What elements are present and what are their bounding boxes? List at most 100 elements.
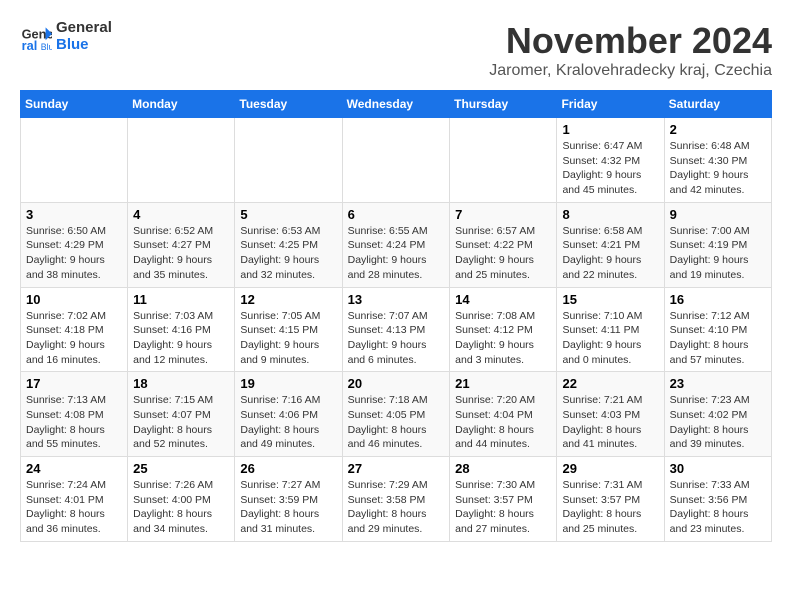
calendar-cell: 13 Sunrise: 7:07 AM Sunset: 4:13 PM Dayli… bbox=[342, 287, 450, 372]
calendar-cell: 28Sunrise: 7:30 AM Sunset: 3:57 PM Dayli… bbox=[450, 457, 557, 542]
day-info: Sunrise: 6:55 AM Sunset: 4:24 PM Dayligh… bbox=[348, 224, 445, 283]
day-info: Sunrise: 6:47 AM Sunset: 4:32 PM Dayligh… bbox=[562, 139, 658, 198]
col-wednesday: Wednesday bbox=[342, 91, 450, 118]
calendar-week-row: 24 Sunrise: 7:24 AM Sunset: 4:01 PM Dayli… bbox=[21, 457, 772, 542]
calendar-week-row: 10 Sunrise: 7:02 AM Sunset: 4:18 PM Dayli… bbox=[21, 287, 772, 372]
day-info: Sunrise: 6:48 AM Sunset: 4:30 PM Dayligh… bbox=[670, 139, 766, 198]
day-number: 20 bbox=[348, 376, 445, 391]
calendar-cell: 7 Sunrise: 6:57 AM Sunset: 4:22 PM Daylig… bbox=[450, 202, 557, 287]
calendar-cell: 24 Sunrise: 7:24 AM Sunset: 4:01 PM Dayli… bbox=[21, 457, 128, 542]
logo-icon: Gene ral Blue bbox=[20, 21, 52, 53]
calendar-week-row: 3 Sunrise: 6:50 AM Sunset: 4:29 PM Daylig… bbox=[21, 202, 772, 287]
day-info: Sunrise: 7:31 AM Sunset: 3:57 PM Dayligh… bbox=[562, 478, 658, 537]
day-number: 29 bbox=[562, 461, 658, 476]
calendar-cell: 23Sunrise: 7:23 AM Sunset: 4:02 PM Dayli… bbox=[664, 372, 771, 457]
calendar-cell bbox=[450, 118, 557, 203]
day-number: 22 bbox=[562, 376, 658, 391]
day-info: Sunrise: 7:20 AM Sunset: 4:04 PM Dayligh… bbox=[455, 393, 551, 452]
day-number: 19 bbox=[240, 376, 336, 391]
day-info: Sunrise: 7:02 AM Sunset: 4:18 PM Dayligh… bbox=[26, 309, 122, 368]
calendar-cell: 21 Sunrise: 7:20 AM Sunset: 4:04 PM Dayli… bbox=[450, 372, 557, 457]
col-tuesday: Tuesday bbox=[235, 91, 342, 118]
calendar-cell bbox=[342, 118, 450, 203]
day-number: 13 bbox=[348, 292, 445, 307]
day-number: 11 bbox=[133, 292, 229, 307]
month-title: November 2024 bbox=[489, 20, 772, 62]
logo-line2: Blue bbox=[56, 36, 89, 53]
day-info: Sunrise: 6:50 AM Sunset: 4:29 PM Dayligh… bbox=[26, 224, 122, 283]
calendar-cell: 19Sunrise: 7:16 AM Sunset: 4:06 PM Dayli… bbox=[235, 372, 342, 457]
day-info: Sunrise: 7:27 AM Sunset: 3:59 PM Dayligh… bbox=[240, 478, 336, 537]
col-thursday: Thursday bbox=[450, 91, 557, 118]
day-info: Sunrise: 6:52 AM Sunset: 4:27 PM Dayligh… bbox=[133, 224, 229, 283]
logo: Gene ral Blue General Blue bbox=[20, 20, 112, 53]
day-number: 7 bbox=[455, 207, 551, 222]
logo-line1: General bbox=[56, 19, 112, 36]
day-number: 27 bbox=[348, 461, 445, 476]
calendar-cell: 6Sunrise: 6:55 AM Sunset: 4:24 PM Daylig… bbox=[342, 202, 450, 287]
calendar-cell: 18Sunrise: 7:15 AM Sunset: 4:07 PM Dayli… bbox=[128, 372, 235, 457]
day-number: 21 bbox=[455, 376, 551, 391]
day-number: 30 bbox=[670, 461, 766, 476]
calendar-cell: 27 Sunrise: 7:29 AM Sunset: 3:58 PM Dayli… bbox=[342, 457, 450, 542]
day-info: Sunrise: 7:30 AM Sunset: 3:57 PM Dayligh… bbox=[455, 478, 551, 537]
calendar-cell: 25 Sunrise: 7:26 AM Sunset: 4:00 PM Dayli… bbox=[128, 457, 235, 542]
day-number: 4 bbox=[133, 207, 229, 222]
calendar-cell: 29 Sunrise: 7:31 AM Sunset: 3:57 PM Dayli… bbox=[557, 457, 664, 542]
calendar-cell: 14Sunrise: 7:08 AM Sunset: 4:12 PM Dayli… bbox=[450, 287, 557, 372]
svg-text:ral: ral bbox=[22, 37, 38, 52]
col-monday: Monday bbox=[128, 91, 235, 118]
day-number: 26 bbox=[240, 461, 336, 476]
calendar-cell: 17Sunrise: 7:13 AM Sunset: 4:08 PM Dayli… bbox=[21, 372, 128, 457]
calendar-cell: 1 Sunrise: 6:47 AM Sunset: 4:32 PM Daylig… bbox=[557, 118, 664, 203]
calendar-week-row: 1 Sunrise: 6:47 AM Sunset: 4:32 PM Daylig… bbox=[21, 118, 772, 203]
col-friday: Friday bbox=[557, 91, 664, 118]
col-saturday: Saturday bbox=[664, 91, 771, 118]
day-number: 15 bbox=[562, 292, 658, 307]
day-info: Sunrise: 6:57 AM Sunset: 4:22 PM Dayligh… bbox=[455, 224, 551, 283]
day-info: Sunrise: 7:12 AM Sunset: 4:10 PM Dayligh… bbox=[670, 309, 766, 368]
location-title: Jaromer, Kralovehradecky kraj, Czechia bbox=[489, 62, 772, 80]
day-info: Sunrise: 7:10 AM Sunset: 4:11 PM Dayligh… bbox=[562, 309, 658, 368]
day-number: 3 bbox=[26, 207, 122, 222]
calendar-cell: 9 Sunrise: 7:00 AM Sunset: 4:19 PM Daylig… bbox=[664, 202, 771, 287]
page-header: Gene ral Blue General Blue November 2024… bbox=[20, 20, 772, 80]
calendar-cell: 5 Sunrise: 6:53 AM Sunset: 4:25 PM Daylig… bbox=[235, 202, 342, 287]
day-info: Sunrise: 7:07 AM Sunset: 4:13 PM Dayligh… bbox=[348, 309, 445, 368]
day-info: Sunrise: 7:26 AM Sunset: 4:00 PM Dayligh… bbox=[133, 478, 229, 537]
day-info: Sunrise: 6:53 AM Sunset: 4:25 PM Dayligh… bbox=[240, 224, 336, 283]
svg-text:Blue: Blue bbox=[41, 41, 52, 51]
day-number: 10 bbox=[26, 292, 122, 307]
calendar-cell: 22 Sunrise: 7:21 AM Sunset: 4:03 PM Dayli… bbox=[557, 372, 664, 457]
calendar-cell: 16 Sunrise: 7:12 AM Sunset: 4:10 PM Dayli… bbox=[664, 287, 771, 372]
calendar-cell: 2 Sunrise: 6:48 AM Sunset: 4:30 PM Daylig… bbox=[664, 118, 771, 203]
col-sunday: Sunday bbox=[21, 91, 128, 118]
day-number: 25 bbox=[133, 461, 229, 476]
day-number: 16 bbox=[670, 292, 766, 307]
calendar-cell: 12Sunrise: 7:05 AM Sunset: 4:15 PM Dayli… bbox=[235, 287, 342, 372]
day-number: 2 bbox=[670, 122, 766, 137]
calendar-cell: 20Sunrise: 7:18 AM Sunset: 4:05 PM Dayli… bbox=[342, 372, 450, 457]
day-number: 23 bbox=[670, 376, 766, 391]
calendar-cell: 10 Sunrise: 7:02 AM Sunset: 4:18 PM Dayli… bbox=[21, 287, 128, 372]
day-number: 14 bbox=[455, 292, 551, 307]
day-number: 24 bbox=[26, 461, 122, 476]
day-number: 5 bbox=[240, 207, 336, 222]
calendar-cell: 15 Sunrise: 7:10 AM Sunset: 4:11 PM Dayli… bbox=[557, 287, 664, 372]
day-info: Sunrise: 7:21 AM Sunset: 4:03 PM Dayligh… bbox=[562, 393, 658, 452]
day-number: 8 bbox=[562, 207, 658, 222]
day-info: Sunrise: 7:00 AM Sunset: 4:19 PM Dayligh… bbox=[670, 224, 766, 283]
calendar-cell bbox=[128, 118, 235, 203]
day-number: 9 bbox=[670, 207, 766, 222]
day-info: Sunrise: 7:24 AM Sunset: 4:01 PM Dayligh… bbox=[26, 478, 122, 537]
calendar-cell: 4 Sunrise: 6:52 AM Sunset: 4:27 PM Daylig… bbox=[128, 202, 235, 287]
day-number: 1 bbox=[562, 122, 658, 137]
calendar-cell: 26 Sunrise: 7:27 AM Sunset: 3:59 PM Dayli… bbox=[235, 457, 342, 542]
day-info: Sunrise: 7:13 AM Sunset: 4:08 PM Dayligh… bbox=[26, 393, 122, 452]
day-info: Sunrise: 7:29 AM Sunset: 3:58 PM Dayligh… bbox=[348, 478, 445, 537]
day-info: Sunrise: 7:15 AM Sunset: 4:07 PM Dayligh… bbox=[133, 393, 229, 452]
calendar-cell: 3 Sunrise: 6:50 AM Sunset: 4:29 PM Daylig… bbox=[21, 202, 128, 287]
day-info: Sunrise: 7:33 AM Sunset: 3:56 PM Dayligh… bbox=[670, 478, 766, 537]
calendar-cell bbox=[235, 118, 342, 203]
calendar-week-row: 17Sunrise: 7:13 AM Sunset: 4:08 PM Dayli… bbox=[21, 372, 772, 457]
